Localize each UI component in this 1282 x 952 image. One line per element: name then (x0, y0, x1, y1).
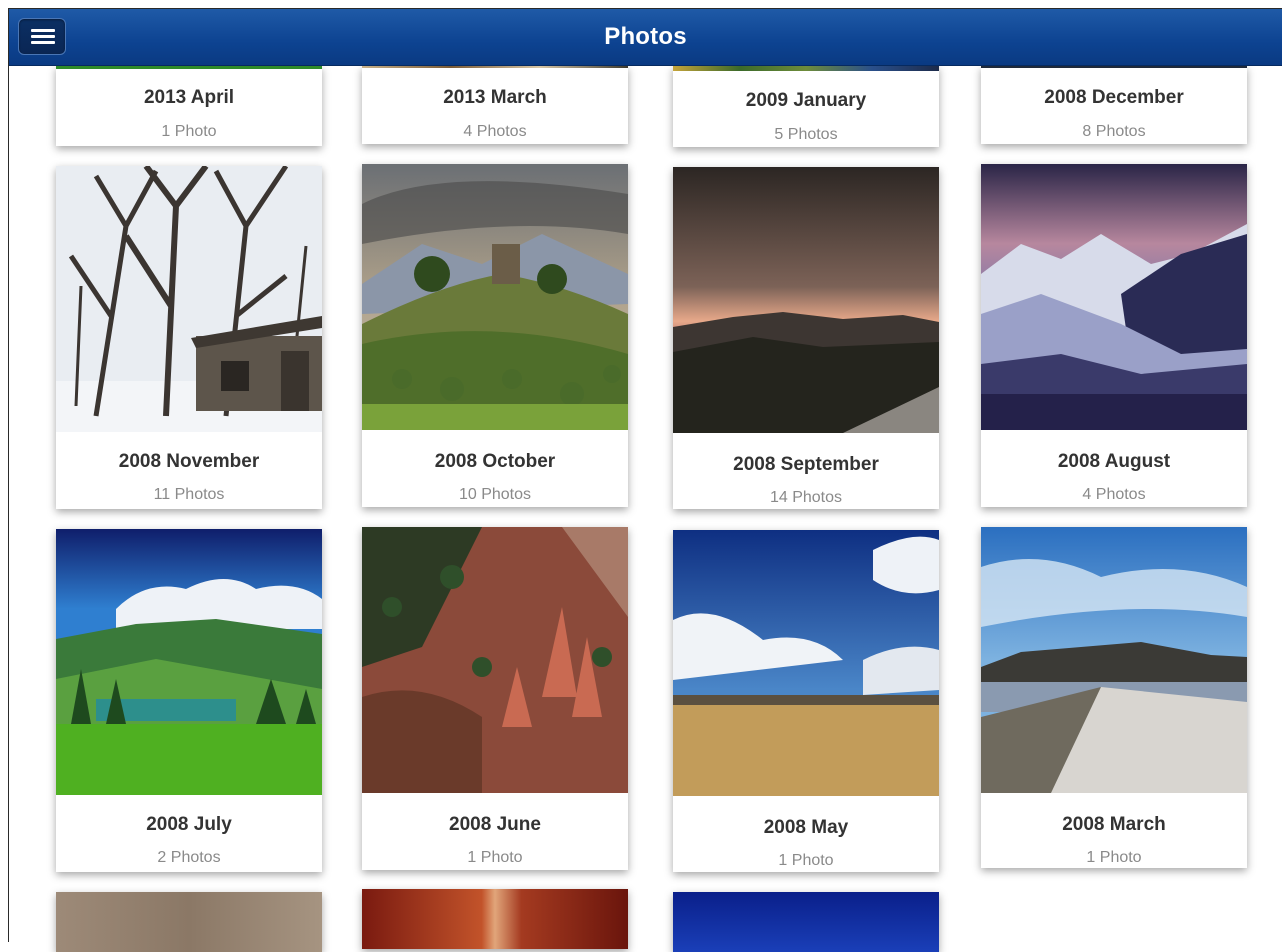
album-card[interactable]: 2008 September 14 Photos (673, 167, 939, 509)
album-title: 2008 November (118, 451, 260, 472)
album-thumbnail (362, 527, 628, 793)
album-title: 2013 March (443, 87, 547, 108)
album-card[interactable] (56, 892, 322, 952)
album-title: 2008 May (763, 817, 849, 838)
album-thumbnail (673, 530, 939, 796)
album-thumbnail (56, 66, 322, 69)
album-thumbnail (981, 164, 1247, 430)
album-title: 2013 April (143, 87, 235, 108)
album-card[interactable]: 2008 May 1 Photo (673, 530, 939, 872)
album-thumbnail (673, 66, 939, 71)
album-photo-count: 10 Photos (458, 486, 532, 503)
album-thumbnail (673, 167, 939, 433)
album-photo-count: 5 Photos (774, 126, 838, 143)
album-card[interactable]: 2008 November 11 Photos (56, 166, 322, 509)
top-navbar: Photos (9, 9, 1282, 66)
album-photo-count: 1 Photo (1086, 849, 1142, 866)
album-title: 2008 June (449, 814, 541, 835)
album-thumbnail (673, 892, 939, 952)
album-photo-count: 1 Photo (467, 849, 523, 866)
album-photo-count: 14 Photos (769, 489, 843, 506)
album-thumbnail (362, 164, 628, 430)
album-card[interactable]: 2008 July 2 Photos (56, 529, 322, 872)
album-photo-count: 4 Photos (463, 123, 527, 140)
album-title: 2008 July (146, 814, 232, 835)
album-card[interactable]: 2008 March 1 Photo (981, 527, 1247, 868)
album-thumbnail (362, 889, 628, 949)
album-thumbnail (981, 66, 1247, 68)
album-title: 2008 September (733, 454, 879, 475)
album-photo-count: 1 Photo (778, 852, 834, 869)
album-card[interactable]: 2009 January 5 Photos (673, 66, 939, 147)
page-title: Photos (604, 23, 687, 50)
album-photo-count: 11 Photos (153, 486, 225, 503)
album-card[interactable] (362, 889, 628, 949)
album-photo-count: 8 Photos (1082, 123, 1146, 140)
album-title: 2008 October (434, 451, 556, 472)
album-card[interactable]: 2013 March 4 Photos (362, 66, 628, 144)
album-title: 2008 August (1057, 451, 1171, 472)
album-thumbnail (362, 66, 628, 68)
album-title: 2008 December (1044, 87, 1184, 108)
album-title: 2009 January (745, 90, 867, 111)
album-thumbnail (56, 892, 322, 952)
album-photo-count: 1 Photo (161, 123, 217, 140)
album-thumbnail (56, 166, 322, 432)
album-thumbnail (981, 527, 1247, 793)
album-card[interactable] (673, 892, 939, 952)
album-card[interactable]: 2008 December 8 Photos (981, 66, 1247, 144)
album-title: 2008 March (1062, 814, 1166, 835)
album-photo-count: 2 Photos (157, 849, 221, 866)
album-card[interactable]: 2008 October 10 Photos (362, 164, 628, 507)
album-thumbnail (56, 529, 322, 795)
album-photo-count: 4 Photos (1082, 486, 1146, 503)
album-card[interactable]: 2013 April 1 Photo (56, 66, 322, 146)
window-border (8, 9, 9, 942)
album-card[interactable]: 2008 August 4 Photos (981, 164, 1247, 507)
album-card[interactable]: 2008 June 1 Photo (362, 527, 628, 870)
